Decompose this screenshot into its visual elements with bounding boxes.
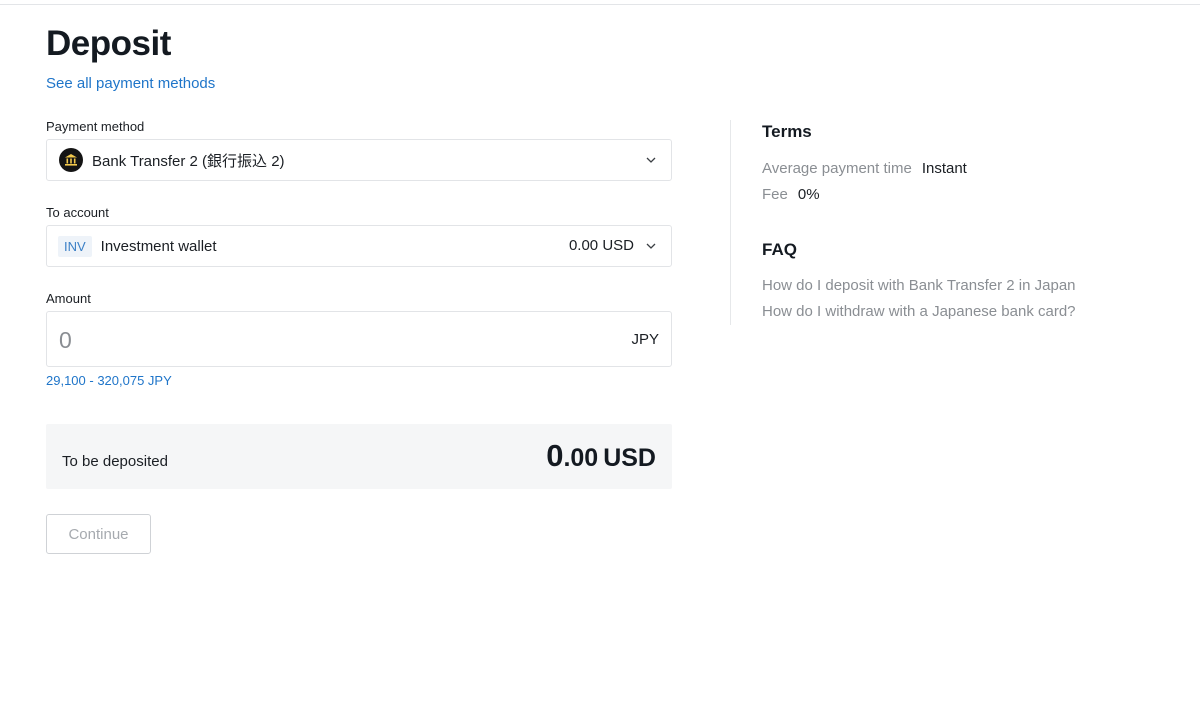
term-value: 0%	[797, 186, 820, 203]
continue-button[interactable]: Continue	[46, 514, 151, 554]
top-divider	[0, 4, 1200, 5]
account-type-badge: INV	[58, 235, 92, 257]
chevron-down-icon	[646, 243, 656, 249]
amount-range-hint: 29,100 - 320,075 JPY	[46, 373, 172, 388]
amount-field: JPY	[46, 311, 672, 367]
account-balance: 0.00 USD	[568, 237, 634, 254]
payment-method-value: Bank Transfer 2 (銀行振込 2)	[92, 152, 285, 170]
payment-method-select[interactable]: Bank Transfer 2 (銀行振込 2)	[46, 139, 672, 181]
to-account-select[interactable]: INV Investment wallet 0.00 USD	[46, 225, 672, 267]
faq-item-deposit[interactable]: How do I deposit with Bank Transfer 2 in…	[762, 277, 1076, 294]
terms-title: Terms	[762, 122, 812, 141]
amount-input[interactable]	[59, 326, 559, 354]
see-all-payment-methods-link[interactable]: See all payment methods	[46, 75, 215, 92]
payment-method-label: Payment method	[46, 119, 145, 134]
term-key: Average payment time	[762, 160, 912, 177]
page-title: Deposit	[46, 24, 171, 63]
to-account-label: To account	[46, 205, 109, 220]
chevron-down-icon	[646, 157, 656, 163]
faq-title: FAQ	[762, 240, 797, 259]
amount-label: Amount	[46, 291, 91, 306]
term-row-payment-time: Average payment time Instant	[762, 160, 967, 177]
summary-amount-decimals: .00	[563, 444, 599, 472]
summary-amount-integer: 0	[546, 438, 564, 473]
term-key: Fee	[762, 186, 788, 203]
faq-item-withdraw[interactable]: How do I withdraw with a Japanese bank c…	[762, 303, 1076, 320]
summary-label: To be deposited	[62, 453, 168, 470]
deposit-summary: To be deposited 0.00 USD	[46, 424, 672, 489]
column-divider	[730, 120, 731, 325]
summary-amount: 0.00 USD	[546, 438, 656, 474]
summary-currency: USD	[603, 444, 656, 472]
term-value: Instant	[921, 160, 967, 177]
account-name: Investment wallet	[100, 237, 217, 255]
term-row-fee: Fee 0%	[762, 186, 820, 203]
bank-icon	[59, 148, 83, 172]
amount-currency: JPY	[631, 331, 659, 348]
